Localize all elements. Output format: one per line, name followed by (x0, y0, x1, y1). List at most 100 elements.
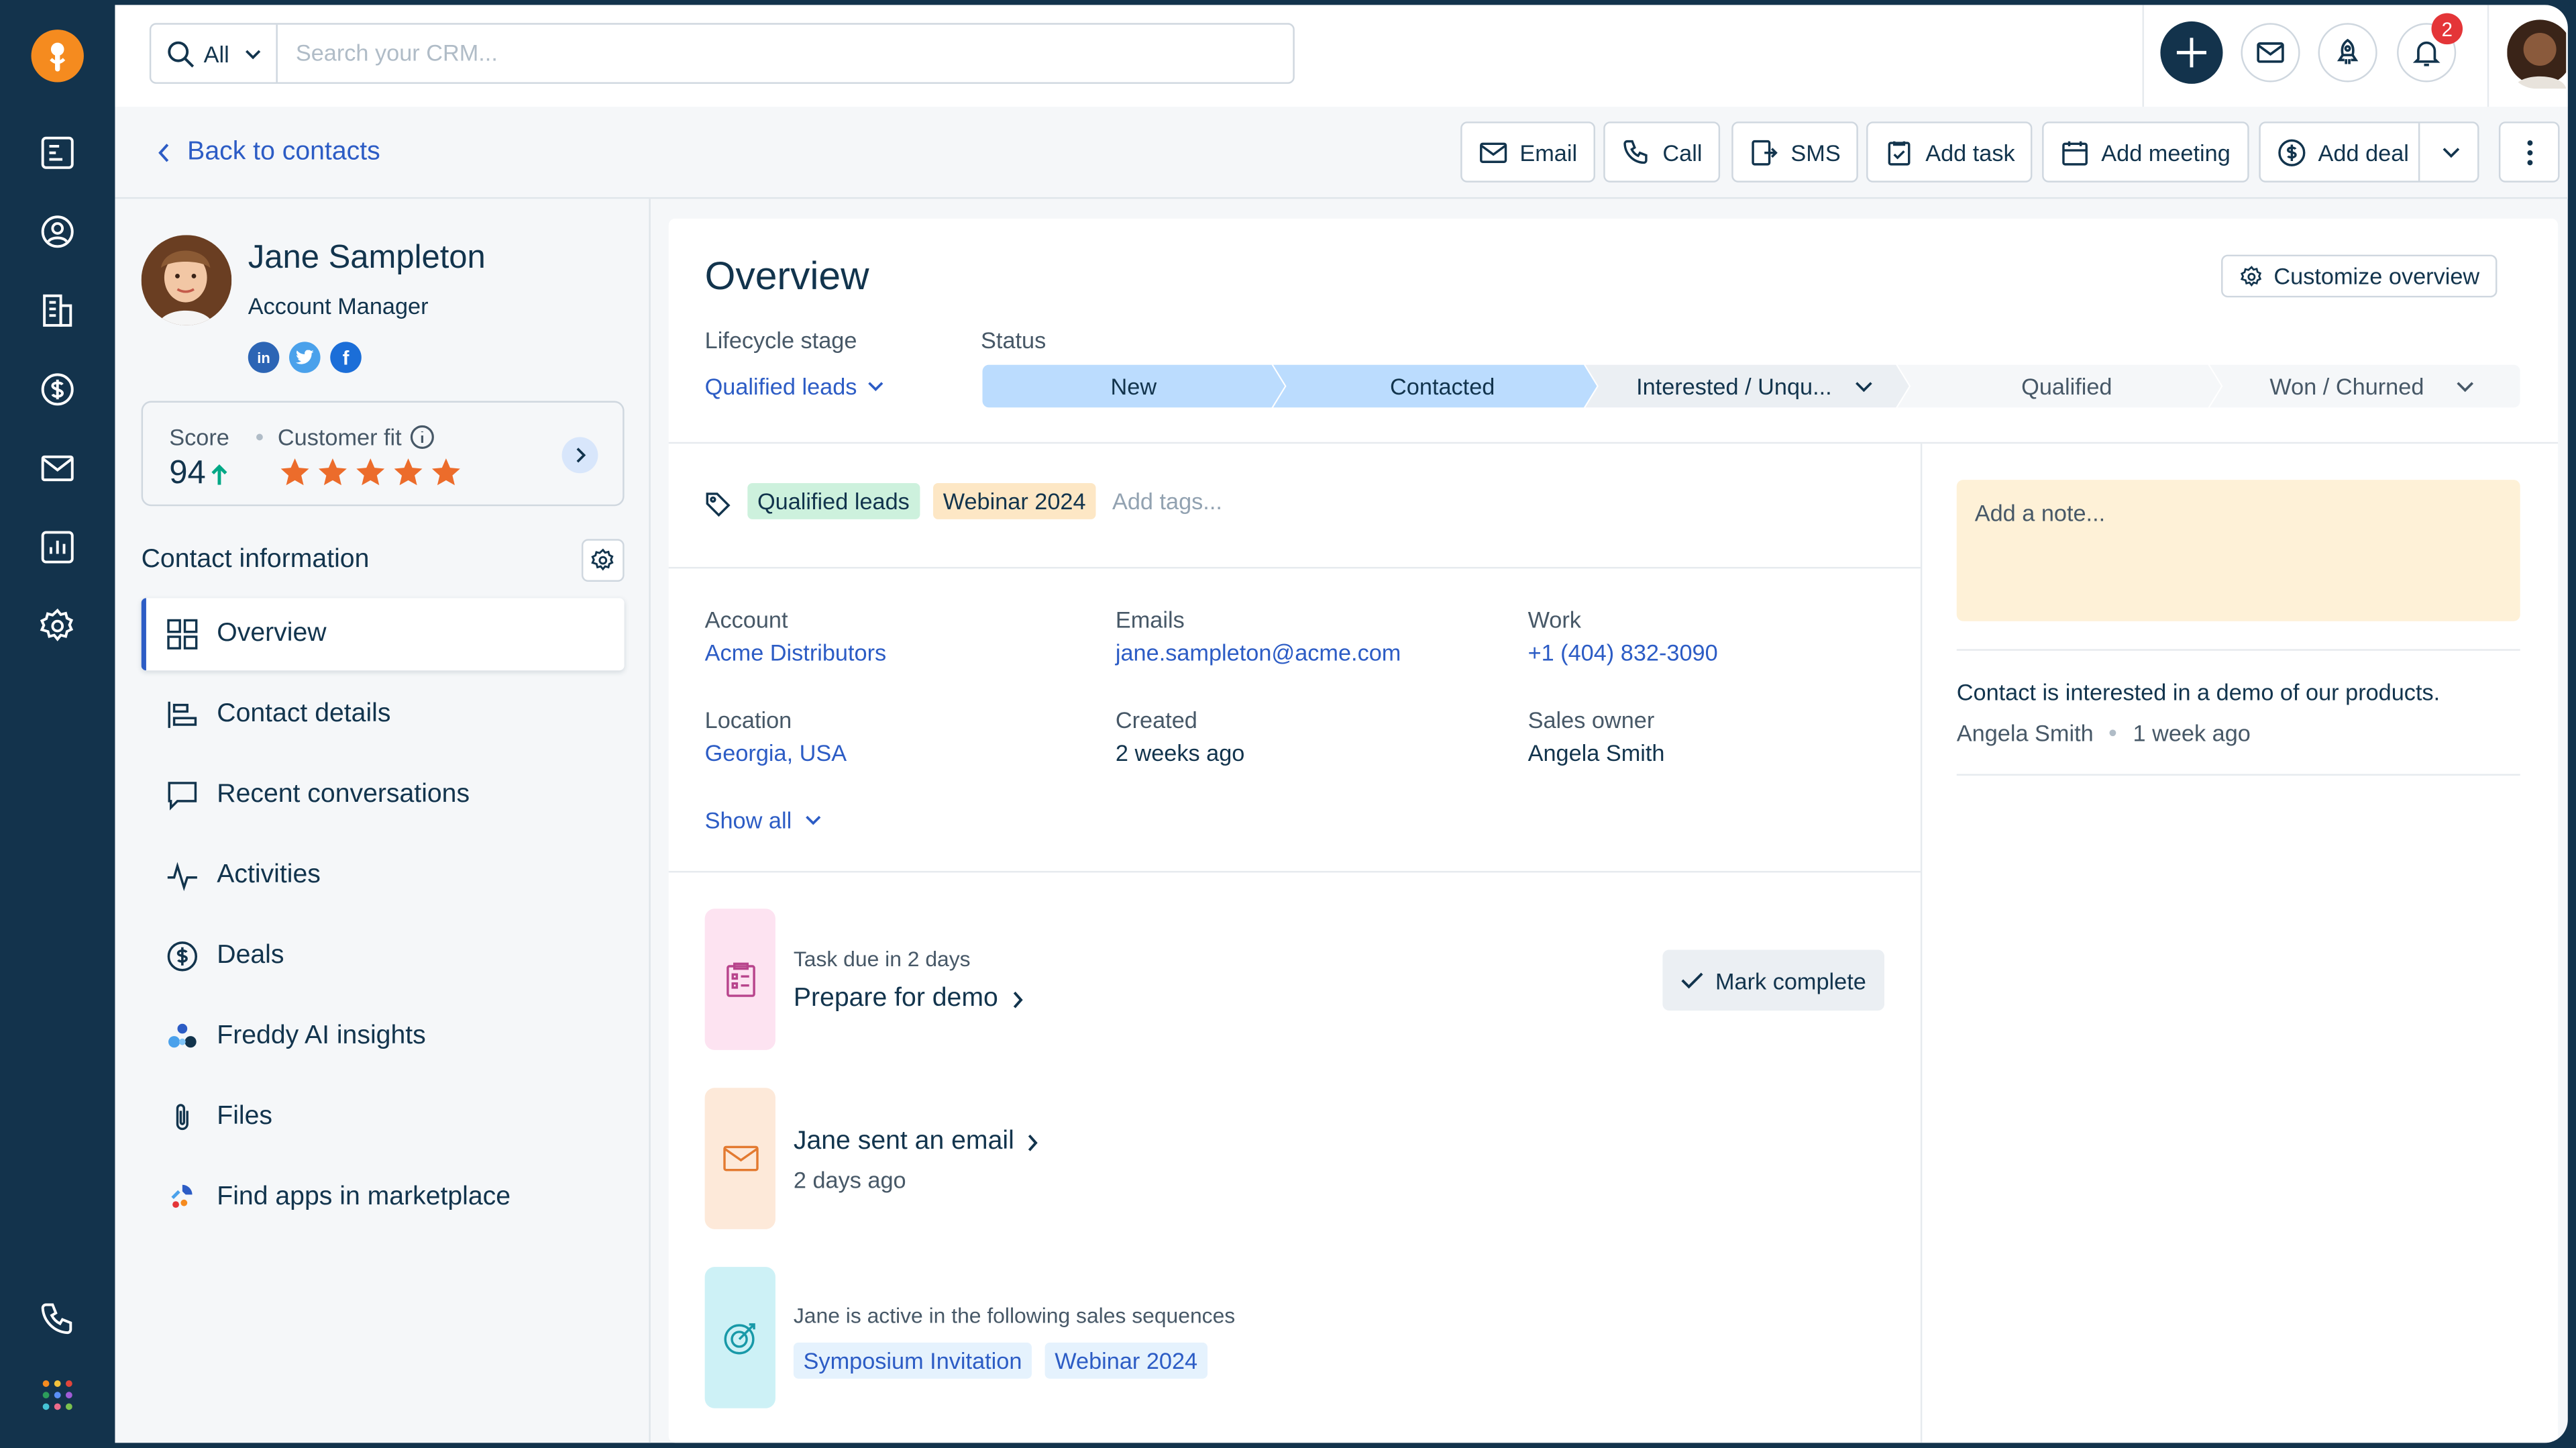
user-avatar[interactable] (2507, 16, 2567, 89)
location-label: Location (704, 707, 792, 733)
divider (668, 442, 2559, 444)
calendar-icon (2062, 140, 2088, 165)
contact-name: Jane Sampleton (248, 240, 486, 276)
divider (2142, 5, 2144, 107)
pipeline-label-wrap: Interested / Unqu... (1599, 365, 1911, 408)
nav-marketplace[interactable]: Find apps in marketplace (142, 1161, 625, 1234)
apps-grid-icon[interactable] (34, 1372, 80, 1418)
chevron-right-icon (1028, 1133, 1038, 1151)
sequence-tile (704, 1267, 775, 1408)
chevron-down-icon[interactable] (2441, 145, 2461, 161)
status-label: Status (981, 327, 1046, 354)
show-all-label: Show all (704, 807, 792, 833)
show-all-button[interactable]: Show all (705, 807, 822, 833)
customer-fit-label-wrap: Customer fit (278, 424, 436, 450)
mark-complete-button[interactable]: Mark complete (1662, 949, 1885, 1011)
phone-icon[interactable] (34, 1296, 80, 1343)
email-link[interactable]: jane.sampleton@acme.com (1116, 639, 1401, 666)
divider (668, 870, 1921, 873)
add-deal-button[interactable]: Add deal (2259, 121, 2479, 183)
call-button[interactable]: Call (1603, 121, 1721, 183)
lifecycle-stage-label: Lifecycle stage (704, 327, 857, 354)
email-activity-link[interactable]: Jane sent an email (794, 1127, 1039, 1157)
star-icon (318, 458, 347, 486)
nav-recent-conversations[interactable]: Recent conversations (142, 759, 625, 831)
more-options-button[interactable] (2498, 121, 2560, 183)
add-note-placeholder: Add a note... (1974, 499, 2106, 526)
lifecycle-stage-select[interactable]: Qualified leads (705, 373, 883, 399)
chevron-down-icon[interactable] (2457, 380, 2475, 393)
email-activity-tile (704, 1088, 775, 1229)
chevron-right-icon (576, 448, 585, 463)
sequence-tag-webinar[interactable]: Webinar 2024 (1044, 1342, 1208, 1379)
info-icon[interactable] (410, 424, 436, 450)
target-icon (723, 1323, 755, 1355)
pipeline-label: New (1110, 372, 1157, 400)
deals-icon[interactable] (34, 366, 80, 413)
dot-separator (256, 433, 263, 441)
chevron-down-icon[interactable] (1855, 380, 1873, 393)
add-tags-input[interactable]: Add tags... (1112, 488, 1222, 514)
sequence-tag-symposium[interactable]: Symposium Invitation (793, 1342, 1032, 1379)
location-link[interactable]: Georgia, USA (705, 739, 847, 766)
tag-qualified-leads[interactable]: Qualified leads (747, 483, 920, 519)
email-button[interactable]: Email (1460, 121, 1596, 183)
nav-label: Deals (217, 941, 284, 970)
linkedin-icon[interactable]: in (248, 342, 280, 373)
search-scope-label: All (203, 40, 229, 67)
sales-owner-label: Sales owner (1527, 707, 1655, 733)
task-title-link[interactable]: Prepare for demo (794, 984, 1023, 1014)
chevron-down-icon (867, 382, 883, 392)
dollar-icon (2278, 138, 2306, 166)
inbox-button[interactable] (2241, 23, 2300, 83)
call-label: Call (1662, 138, 1703, 166)
search-scope-select[interactable]: All (151, 24, 278, 83)
facebook-icon[interactable]: f (330, 342, 362, 373)
add-meeting-label: Add meeting (2101, 138, 2231, 166)
back-to-contacts-link[interactable]: Back to contacts (158, 138, 380, 168)
tag-icon (706, 493, 731, 517)
work-phone-link[interactable]: +1 (404) 832-3090 (1528, 639, 1718, 666)
contact-role: Account Manager (248, 292, 429, 319)
pipeline-label-wrap: Won / Churned (2222, 365, 2522, 408)
clipboard-icon (725, 962, 755, 997)
account-link[interactable]: Acme Distributors (705, 639, 887, 666)
nav-files[interactable]: Files (142, 1081, 625, 1153)
search-input[interactable]: Search your CRM... (296, 40, 498, 66)
nav-label: Overview (217, 619, 327, 648)
score-details-button[interactable] (561, 437, 598, 474)
nav-contact-details[interactable]: Contact details (142, 678, 625, 751)
create-new-button[interactable] (2160, 21, 2223, 84)
add-note-box[interactable]: Add a note... (1956, 480, 2520, 621)
add-deal-label: Add deal (2318, 138, 2409, 166)
contacts-icon[interactable] (34, 209, 80, 255)
whats-new-button[interactable] (2318, 23, 2377, 83)
customize-overview-label: Customize overview (2273, 262, 2480, 290)
logo-icon[interactable] (31, 30, 84, 83)
phone-icon (1623, 139, 1648, 163)
dollar-icon (166, 940, 199, 973)
reports-icon[interactable] (34, 524, 80, 570)
add-task-button[interactable]: Add task (1866, 121, 2033, 183)
divider (668, 566, 1921, 569)
contact-info-settings-button[interactable] (581, 539, 625, 582)
twitter-icon[interactable] (289, 342, 321, 373)
add-meeting-button[interactable]: Add meeting (2042, 121, 2249, 183)
customize-overview-button[interactable]: Customize overview (2221, 254, 2498, 298)
sms-button[interactable]: SMS (1731, 121, 1859, 183)
dashboard-icon[interactable] (34, 130, 80, 176)
email-activity-time: 2 days ago (793, 1166, 906, 1193)
mail-icon[interactable] (34, 446, 80, 492)
email-label: Email (1519, 138, 1578, 166)
nav-deals[interactable]: Deals (142, 920, 625, 992)
dot-separator (2110, 729, 2117, 737)
contact-information-title: Contact information (141, 546, 370, 574)
accounts-icon[interactable] (34, 288, 80, 334)
nav-activities[interactable]: Activities (142, 839, 625, 912)
tag-webinar-2024[interactable]: Webinar 2024 (933, 483, 1096, 519)
nav-freddy-ai-insights[interactable]: Freddy AI insights (142, 1000, 625, 1073)
score-card: Score 94 Customer fit (141, 401, 625, 507)
nav-overview[interactable]: Overview (141, 598, 625, 671)
settings-icon[interactable] (34, 603, 80, 650)
contact-details-icon (166, 699, 199, 731)
